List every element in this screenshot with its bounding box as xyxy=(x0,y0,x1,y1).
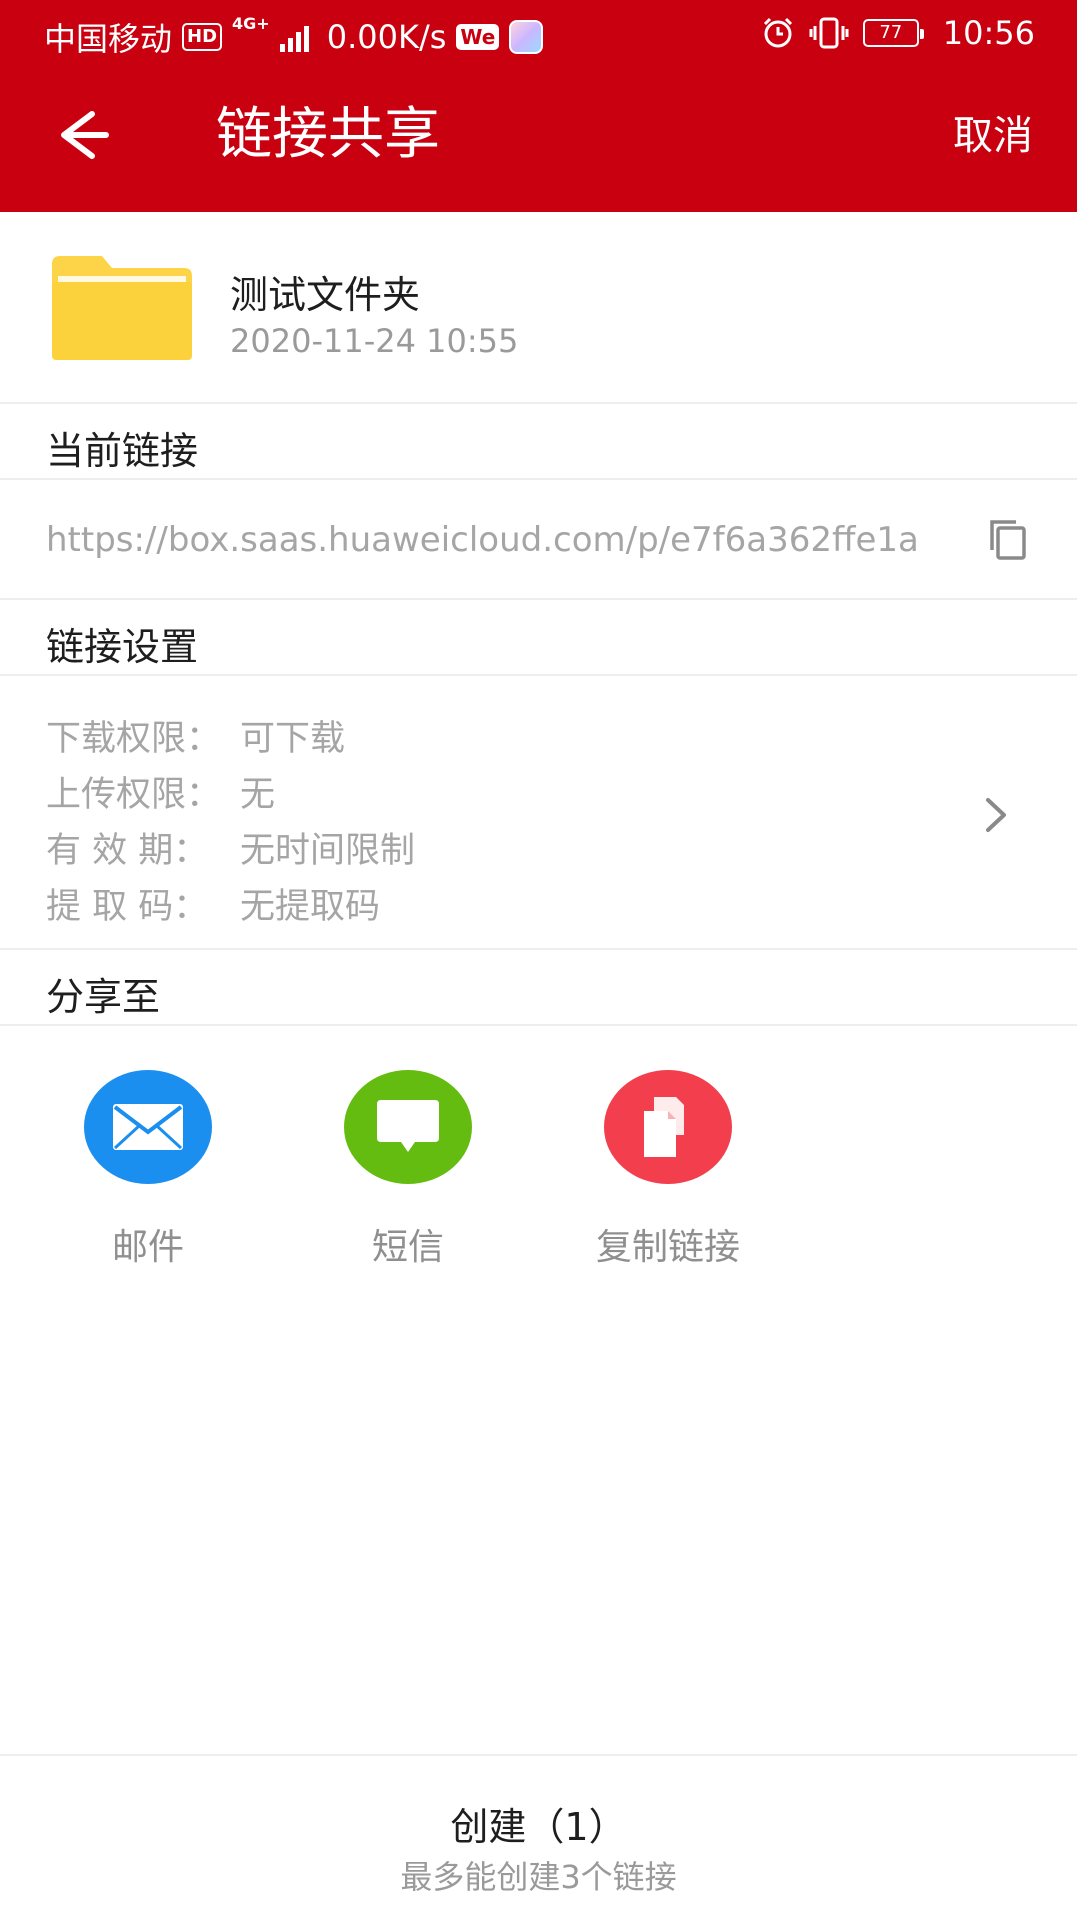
hd-badge: HD xyxy=(182,23,223,51)
copy-link-icon xyxy=(604,1070,732,1184)
current-link-title: 当前链接 xyxy=(46,429,199,473)
share-sms-button[interactable]: 短信 xyxy=(298,1070,518,1270)
battery-icon: 77 xyxy=(862,19,924,47)
download-permission: 下载权限： 可下载 xyxy=(46,710,345,761)
share-label: 邮件 xyxy=(111,1227,184,1268)
share-to-title: 分享至 xyxy=(46,975,161,1019)
link-row: https://box.saas.huaweicloud.com/p/e7f6a… xyxy=(0,482,1077,600)
file-header: 测试文件夹 2020-11-24 10:55 xyxy=(0,212,1077,404)
link-settings-title: 链接设置 xyxy=(46,625,199,669)
sms-icon xyxy=(344,1070,472,1184)
share-label: 复制链接 xyxy=(595,1227,740,1268)
app-bar: 链接共享 取消 xyxy=(0,66,1077,212)
create-limit-note: 最多能创建3个链接 xyxy=(400,1858,677,1896)
create-label: 创建（1） xyxy=(450,1805,627,1849)
upload-permission: 上传权限： 无 xyxy=(46,766,275,817)
status-right: 77 10:56 xyxy=(761,14,1035,52)
arrow-left-icon xyxy=(61,111,109,159)
create-link-button[interactable]: 创建（1） 最多能创建3个链接 xyxy=(0,1754,1077,1916)
status-bar: 中国移动 HD 4G+ 0.00K/s We 77 10:56 xyxy=(0,0,1077,66)
extraction-code: 提 取 码： 无提取码 xyxy=(46,878,380,929)
app-notification-icon xyxy=(509,20,544,54)
link-settings-header: 链接设置 xyxy=(0,600,1077,676)
setting-value: 无时间限制 xyxy=(240,831,416,871)
signal-icon xyxy=(279,22,309,52)
setting-key: 有 效 期： xyxy=(46,831,209,871)
file-date: 2020-11-24 10:55 xyxy=(230,322,519,360)
setting-value: 无提取码 xyxy=(240,887,381,927)
status-left: 中国移动 HD 4G+ 0.00K/s We xyxy=(44,14,544,60)
back-button[interactable] xyxy=(44,100,124,170)
chevron-right-icon xyxy=(986,798,1006,832)
network-type: 4G+ xyxy=(232,14,270,33)
current-link-header: 当前链接 xyxy=(0,404,1077,480)
link-url[interactable]: https://box.saas.huaweicloud.com/p/e7f6a… xyxy=(46,520,942,560)
file-name: 测试文件夹 xyxy=(230,273,421,317)
copy-icon[interactable] xyxy=(984,516,1032,564)
share-copy-link-button[interactable]: 复制链接 xyxy=(558,1070,778,1270)
mail-icon xyxy=(84,1070,212,1184)
network-speed: 0.00K/s xyxy=(326,18,447,56)
setting-key: 提 取 码： xyxy=(46,887,209,927)
we-app-icon: We xyxy=(456,24,500,50)
folder-icon xyxy=(52,256,192,360)
share-email-button[interactable]: 邮件 xyxy=(38,1070,258,1270)
clock-time: 10:56 xyxy=(942,14,1035,52)
cancel-button[interactable]: 取消 xyxy=(953,110,1033,162)
validity-period: 有 效 期： 无时间限制 xyxy=(46,822,415,873)
share-to-header: 分享至 xyxy=(0,950,1077,1026)
carrier-name: 中国移动 xyxy=(44,20,173,58)
setting-key: 下载权限： xyxy=(46,719,222,759)
setting-key: 上传权限： xyxy=(46,775,222,815)
share-targets: 邮件 短信 复制链接 xyxy=(0,1028,1077,1278)
page-title: 链接共享 xyxy=(216,102,440,167)
setting-value: 可下载 xyxy=(240,719,346,759)
vibrate-icon xyxy=(809,17,849,49)
link-settings-row[interactable]: 下载权限： 可下载 上传权限： 无 有 效 期： 无时间限制 提 取 码： 无提取码 xyxy=(0,678,1077,950)
setting-value: 无 xyxy=(240,775,276,815)
top-bar: 中国移动 HD 4G+ 0.00K/s We 77 10:56 链接共享 取消 xyxy=(0,0,1077,212)
share-label: 短信 xyxy=(371,1227,444,1268)
alarm-icon xyxy=(763,17,792,48)
